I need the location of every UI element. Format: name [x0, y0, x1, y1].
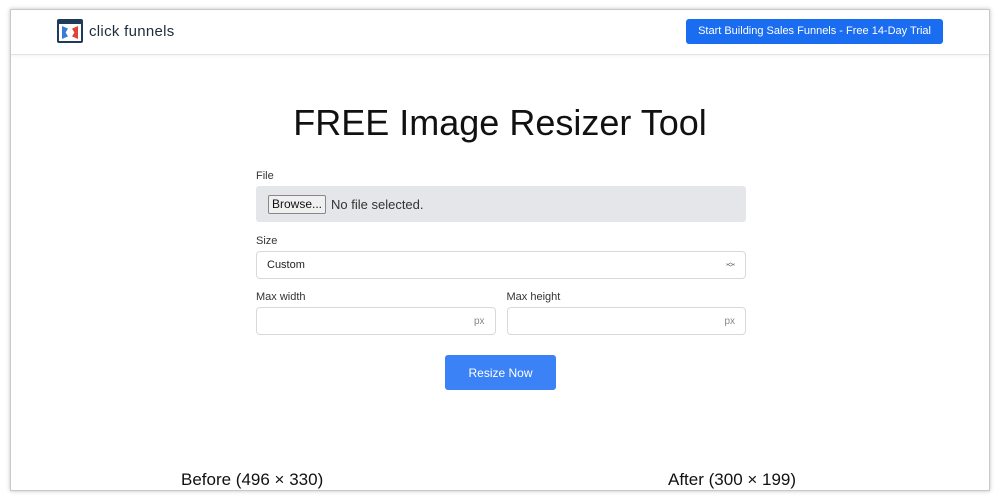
browser-page: click funnels Start Building Sales Funne… [10, 9, 990, 491]
browse-button[interactable]: Browse... [268, 194, 327, 214]
file-input[interactable]: Browse... No file selected. [256, 186, 746, 222]
px-unit: px [724, 315, 735, 327]
resize-now-button[interactable]: Resize Now [445, 355, 556, 390]
before-caption: Before (496 × 330) [181, 470, 324, 489]
max-width-label: Max width [256, 291, 306, 303]
resize-form: File Browse... No file selected. Size Cu… [256, 170, 746, 335]
logo-text: click funnels [89, 22, 175, 40]
page-title: FREE Image Resizer Tool [293, 102, 707, 143]
after-caption: After (300 × 199) [668, 470, 797, 489]
size-select[interactable]: Custom ︿ ﹀ [256, 251, 746, 279]
free-trial-button[interactable]: Start Building Sales Funnels - Free 14-D… [686, 19, 943, 44]
logo[interactable]: click funnels [57, 19, 175, 43]
max-height-input[interactable]: px [506, 307, 746, 335]
file-status: No file selected. [331, 196, 424, 212]
max-width-input[interactable]: px [256, 307, 496, 335]
px-unit: px [473, 315, 485, 327]
clickfunnels-logo-icon [57, 19, 83, 43]
chevron-up-down-icon: ︿ ﹀ [725, 257, 735, 273]
header: click funnels Start Building Sales Funne… [11, 10, 989, 55]
file-label: File [256, 170, 274, 182]
size-label: Size [256, 235, 278, 247]
size-value: Custom [267, 259, 305, 271]
max-height-label: Max height [506, 291, 561, 303]
